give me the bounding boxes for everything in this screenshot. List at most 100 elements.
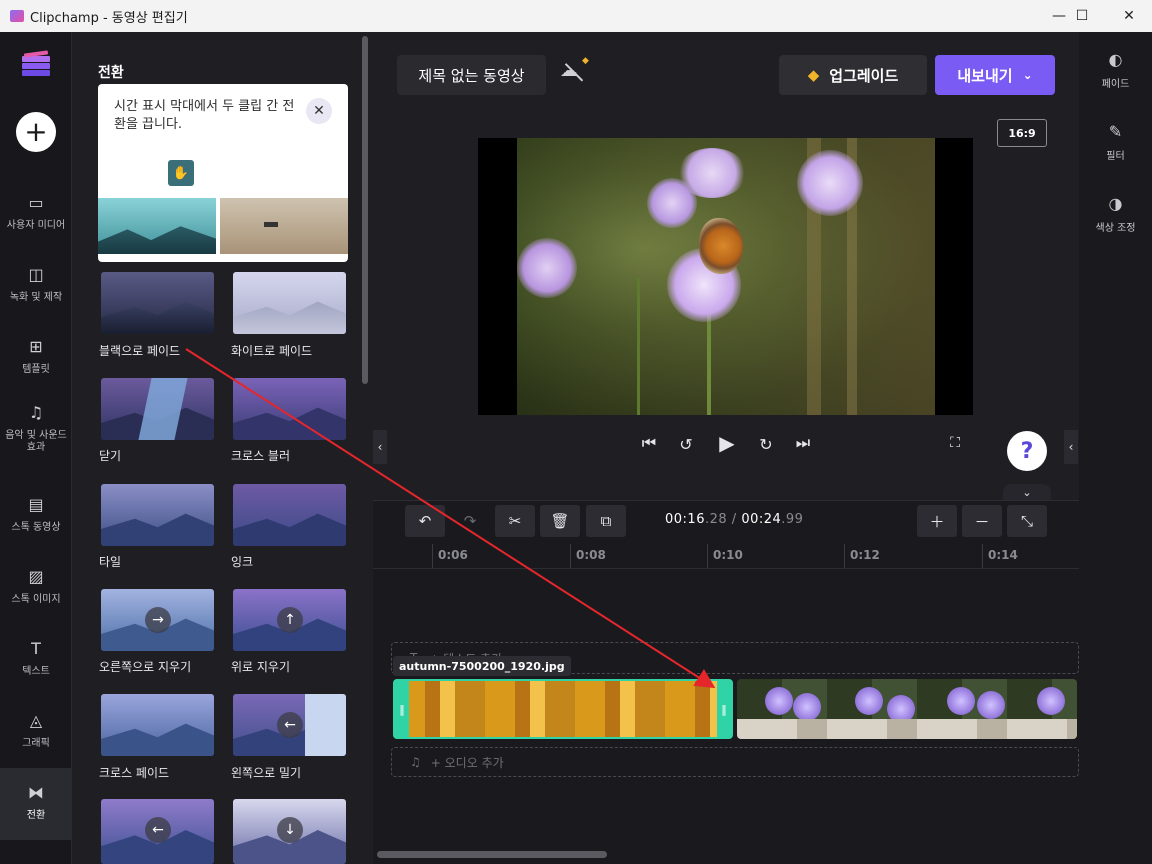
left-navigation-rail: + ▭ 사용자 미디어 ◫ 녹화 및 제작 ⊞ 템플릿 ♫ 음악 및 사운드 효과 ▤ 스… [0, 32, 72, 864]
clipchamp-logo [22, 50, 50, 76]
rail-item-stock-video[interactable]: ▤ 스톡 동영상 [0, 480, 72, 552]
transition-label: 잉크 [231, 555, 254, 569]
arrow-down-icon: ↓ [277, 817, 303, 843]
thumb-close[interactable] [101, 378, 214, 440]
rail-item-templates[interactable]: ⊞ 템플릿 [0, 322, 72, 394]
thumb-ink[interactable] [233, 484, 346, 546]
trash-icon: 🗑 [550, 512, 570, 530]
thumb-tile[interactable] [101, 484, 214, 546]
rail-item-stock-images[interactable]: ▨ 스톡 이미지 [0, 552, 72, 624]
duplicate-button[interactable]: ⧉ [586, 505, 626, 537]
project-title-input[interactable]: 제목 없는 동영상 [397, 55, 546, 95]
close-window-button[interactable]: ✕ [1106, 0, 1152, 32]
music-note-icon: ♫ [410, 755, 421, 769]
rewind-5s-icon[interactable]: ↺ [674, 432, 698, 456]
thumb-wipe-left[interactable]: ← [101, 799, 214, 864]
camera-icon: ◫ [28, 264, 44, 284]
clipchamp-app-icon [10, 10, 24, 22]
fullscreen-icon[interactable]: ⛶ [944, 432, 966, 454]
clip-name-tooltip: autumn-7500200_1920.jpg [393, 656, 571, 676]
undo-icon: ↶ [418, 512, 432, 530]
collapse-panel-chevron-icon[interactable]: ‹ [373, 430, 387, 464]
skip-back-icon[interactable]: ⏮ [638, 432, 660, 454]
image-icon: ▨ [28, 566, 44, 586]
rr-item-filters[interactable]: ✎ 필터 [1079, 122, 1152, 162]
text-icon: T [31, 638, 41, 658]
thumb-wipe-right[interactable]: → [101, 589, 214, 651]
redo-icon: ↷ [463, 512, 477, 530]
transition-icon: ⧓ [28, 782, 44, 802]
contrast-icon: ◑ [1108, 194, 1123, 213]
tip-text: 시간 표시 막대에서 두 클립 간 전환을 끕니다. [114, 99, 295, 132]
transition-label: 닫기 [99, 449, 122, 463]
transition-label: 왼쪽으로 밀기 [231, 766, 302, 780]
export-button[interactable]: 내보내기 ⌄ [935, 55, 1055, 95]
transition-label: 크로스 페이드 [99, 766, 170, 780]
redo-button[interactable]: ↷ [450, 505, 490, 537]
trim-handle-right[interactable]: ‖ [717, 681, 731, 737]
transition-label: 크로스 블러 [231, 449, 291, 463]
add-audio-lane[interactable]: ♫ + 오디오 추가 [391, 747, 1079, 777]
thumb-cross-blur[interactable] [233, 378, 346, 440]
fade-icon: ◐ [1108, 50, 1123, 69]
timeline-clip-flowers[interactable] [737, 679, 1077, 739]
maximize-button[interactable]: ☐ [1059, 0, 1105, 32]
timeline-collapse-chevron-icon[interactable]: ⌄ [1003, 484, 1051, 500]
rail-item-text[interactable]: T 텍스트 [0, 624, 72, 696]
thumb-cross-fade[interactable] [101, 694, 214, 756]
thumb-wipe-down[interactable]: ↓ [233, 799, 346, 864]
rail-item-music-sfx[interactable]: ♫ 음악 및 사운드 효과 [0, 394, 72, 466]
thumb-push-left[interactable]: ← [233, 694, 346, 756]
transition-label: 블랙으로 페이드 [99, 344, 181, 358]
rail-item-transitions[interactable]: ⧓ 전환 [0, 768, 72, 840]
templates-icon: ⊞ [29, 336, 43, 356]
trim-handle-left[interactable]: ‖ [395, 681, 409, 737]
fit-timeline-button[interactable]: ⤡ [1007, 505, 1047, 537]
zoom-out-button[interactable]: － [962, 505, 1002, 537]
magic-wand-icon: ✎ [1108, 122, 1123, 141]
window-title: Clipchamp - 동영상 편집기 [30, 10, 188, 26]
scissors-icon: ✂ [508, 512, 522, 530]
arrow-up-icon: ↑ [277, 607, 303, 633]
panel-scrollbar[interactable] [362, 36, 368, 384]
rail-item-my-media[interactable]: ▭ 사용자 미디어 [0, 178, 72, 250]
split-button[interactable]: ✂ [495, 505, 535, 537]
timecode: 00:16.28 / 00:24.99 [665, 512, 804, 527]
rail-item-record-create[interactable]: ◫ 녹화 및 제작 [0, 250, 72, 322]
rr-item-fade[interactable]: ◐ 페이드 [1079, 50, 1152, 90]
music-icon: ♫ [28, 402, 44, 422]
add-media-button[interactable]: + [16, 112, 56, 152]
rail-item-graphics[interactable]: ◬ 그래픽 [0, 696, 72, 768]
ruler-tick: 0:10 [713, 548, 743, 562]
upgrade-button[interactable]: ◆ 업그레이드 [779, 55, 927, 95]
cloud-off-icon[interactable]: ☁ ◆ [560, 56, 590, 90]
arrow-left-icon: ← [145, 817, 171, 843]
timeline-clip-autumn[interactable]: ‖ ‖ [393, 679, 733, 739]
help-button[interactable]: ? [1007, 431, 1047, 471]
shapes-icon: ◬ [29, 710, 43, 730]
play-icon[interactable]: ▶ [714, 430, 740, 456]
thumb-fade-white[interactable] [233, 272, 346, 334]
timeline-horizontal-scrollbar[interactable] [377, 851, 607, 858]
film-icon: ▤ [28, 494, 44, 514]
aspect-ratio-button[interactable]: 16:9 [997, 119, 1047, 147]
tip-card: 시간 표시 막대에서 두 클립 간 전환을 끕니다. ✕ ✋ [98, 84, 348, 262]
expand-right-panel-chevron-icon[interactable]: ‹ [1064, 430, 1078, 464]
close-tip-button[interactable]: ✕ [306, 98, 332, 124]
chevron-down-icon: ⌄ [1022, 68, 1033, 82]
plus-icon: ＋ [929, 512, 945, 531]
drag-hand-icon: ✋ [168, 160, 194, 186]
ruler-tick: 0:08 [576, 548, 606, 562]
zoom-in-button[interactable]: ＋ [917, 505, 957, 537]
transitions-panel: 전환 시간 표시 막대에서 두 클립 간 전환을 끕니다. ✕ ✋ 블랙으로 페… [72, 32, 372, 864]
tip-illustration-clip-b [220, 198, 348, 254]
delete-button[interactable]: 🗑 [540, 505, 580, 537]
undo-button[interactable]: ↶ [405, 505, 445, 537]
thumb-fade-black[interactable] [101, 272, 214, 334]
rr-item-color-adjust[interactable]: ◑ 색상 조정 [1079, 194, 1152, 234]
tip-illustration-clip-a [98, 198, 216, 254]
transition-label: 화이트로 페이드 [231, 344, 313, 358]
skip-forward-icon[interactable]: ⏭ [792, 432, 814, 454]
thumb-wipe-up[interactable]: ↑ [233, 589, 346, 651]
forward-5s-icon[interactable]: ↻ [754, 432, 778, 456]
